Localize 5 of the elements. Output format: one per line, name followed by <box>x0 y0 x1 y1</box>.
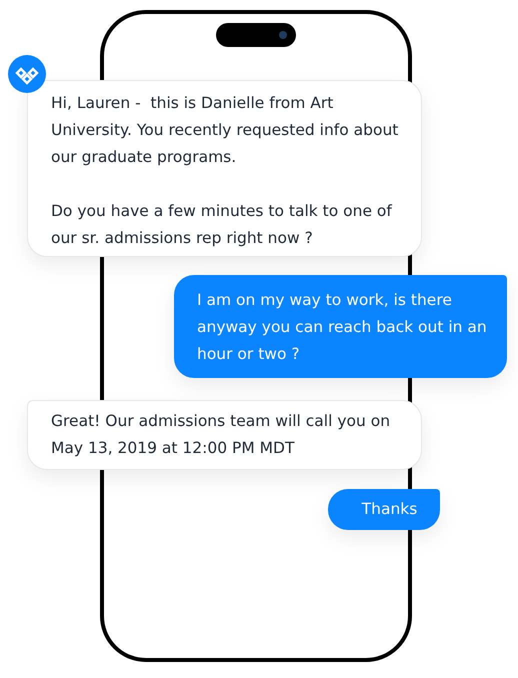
message-bubble: Thanks <box>328 489 440 530</box>
logo-icon <box>8 55 46 93</box>
message-bubble: I am on my way to work, is there anyway you can reach back out in an hour or two ? <box>174 275 507 378</box>
message-bubble: Great! Our admissions team will call you on May 13, 2019 at 12:00 PM MDT <box>27 400 422 470</box>
message-bubble: Hi, Lauren - this is Danielle from Art University. You recently requested info about our graduate programs. Do you have a few minutes to talk to one of our sr. admissions rep right now ? <box>27 80 422 257</box>
